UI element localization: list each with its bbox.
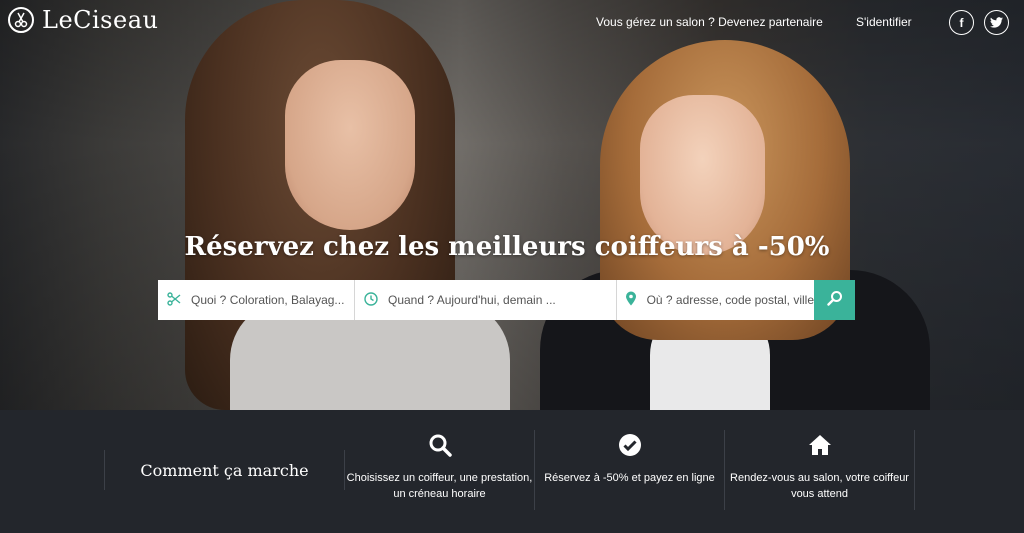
facebook-icon[interactable]: f xyxy=(949,10,974,35)
scissors-logo-icon xyxy=(8,7,34,33)
what-placeholder: Quoi ? Coloration, Balayag... xyxy=(191,293,345,307)
login-link[interactable]: S'identifier xyxy=(856,15,912,29)
twitter-icon[interactable] xyxy=(984,10,1009,35)
step-visit: Rendez-vous au salon, votre coiffeur vou… xyxy=(725,430,915,510)
hero-photo-woman-right-face xyxy=(640,95,765,255)
check-circle-icon xyxy=(535,430,724,460)
hero-photo-woman-left-face xyxy=(285,60,415,230)
facebook-label: f xyxy=(959,15,964,30)
when-field[interactable]: Quand ? Aujourd'hui, demain ... xyxy=(355,280,617,320)
map-pin-icon xyxy=(625,291,638,309)
what-field[interactable]: Quoi ? Coloration, Balayag... xyxy=(158,280,355,320)
step-visit-text: Rendez-vous au salon, votre coiffeur vou… xyxy=(730,472,909,500)
hero-banner xyxy=(0,0,1024,410)
clock-icon xyxy=(363,291,379,309)
logo-text: LeCiseau xyxy=(42,6,159,34)
search-icon xyxy=(345,430,534,460)
search-bar: Quoi ? Coloration, Balayag... Quand ? Au… xyxy=(158,280,855,320)
scissors-icon xyxy=(166,291,182,309)
step-choose-text: Choisissez un coiffeur, une prestation, … xyxy=(346,472,533,500)
where-placeholder: Où ? adresse, code postal, ville xyxy=(646,293,814,307)
site-logo[interactable]: LeCiseau xyxy=(8,6,158,34)
step-book-text: Réservez à -50% et payez en ligne xyxy=(544,472,715,484)
where-field[interactable]: Où ? adresse, code postal, ville xyxy=(617,280,814,320)
partner-link[interactable]: Vous gérez un salon ? Devenez partenaire xyxy=(596,15,823,29)
step-book: Réservez à -50% et payez en ligne xyxy=(535,430,725,510)
hero-headline: Réservez chez les meilleurs coiffeurs à … xyxy=(184,232,830,262)
when-placeholder: Quand ? Aujourd'hui, demain ... xyxy=(388,293,556,307)
search-button[interactable] xyxy=(814,280,855,320)
home-icon xyxy=(725,430,914,460)
step-choose: Choisissez un coiffeur, une prestation, … xyxy=(345,430,535,510)
how-it-works-title: Comment ça marche xyxy=(104,450,345,490)
search-icon xyxy=(826,290,843,311)
